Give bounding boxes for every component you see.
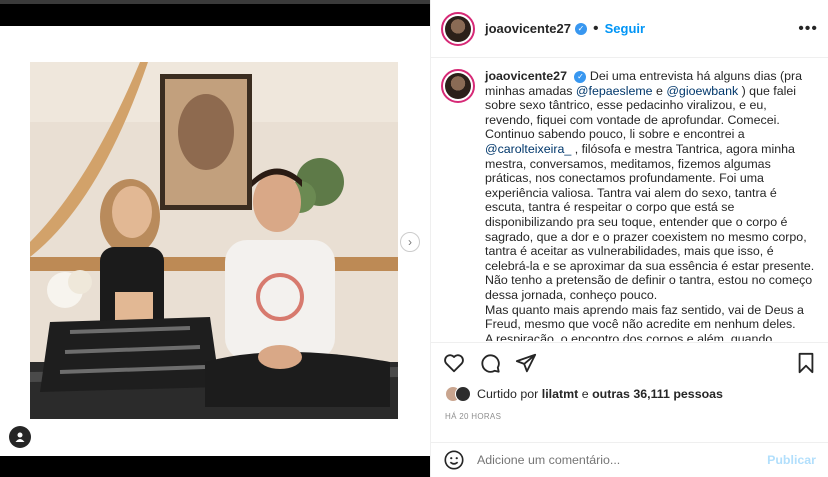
caption-paragraph: A respiração, o encontro dos corpos e al… xyxy=(485,331,773,341)
user-tag-icon xyxy=(15,432,25,442)
likes-count-link[interactable]: outras 36,111 pessoas xyxy=(592,387,723,401)
heart-icon[interactable] xyxy=(443,352,465,374)
author-username[interactable]: joaovicente27 xyxy=(485,21,571,36)
emoji-icon[interactable] xyxy=(443,449,465,471)
post-header: joaovicente27 ✓ • Seguir ••• xyxy=(431,0,828,58)
chevron-right-icon: › xyxy=(408,235,412,249)
post-timestamp[interactable]: HÁ 20 HORAS xyxy=(445,412,501,421)
mention-link[interactable]: @gioewbank xyxy=(666,84,738,98)
top-strip xyxy=(0,0,430,26)
post-sidebar: joaovicente27 ✓ • Seguir ••• joaovicente… xyxy=(430,0,828,477)
author-avatar[interactable] xyxy=(441,11,475,46)
publish-button[interactable]: Publicar xyxy=(767,453,816,467)
caption-part: e xyxy=(652,83,667,98)
action-bar xyxy=(431,342,828,382)
user-tag-button[interactable] xyxy=(9,426,31,448)
next-photo-button[interactable]: › xyxy=(400,232,420,252)
likes-prefix: Curtido por xyxy=(477,387,539,401)
caption-part: , filósofa e mestra Tantrica, agora minh… xyxy=(485,141,815,273)
mention-link[interactable]: @fepaesleme xyxy=(576,84,653,98)
caption-username[interactable]: joaovicente27 xyxy=(485,69,567,83)
verified-icon: ✓ xyxy=(574,70,587,83)
comment-bar: Publicar xyxy=(431,442,828,477)
likes-summary: Curtido por lilatmt e outras 36,111 pess… xyxy=(445,386,723,402)
caption-paragraph: Mas quanto mais aprendo mais faz sentido… xyxy=(485,302,804,332)
follow-button[interactable]: Seguir xyxy=(605,21,645,36)
photo-bottom-margin xyxy=(0,456,430,477)
comment-icon[interactable] xyxy=(479,352,501,374)
caption-block: joaovicente27 ✓ Dei uma entrevista há al… xyxy=(431,59,828,341)
likes-middle: e xyxy=(581,387,589,401)
mention-link[interactable]: @carolteixeira_ xyxy=(485,142,571,156)
bookmark-icon[interactable] xyxy=(796,352,816,374)
verified-icon: ✓ xyxy=(575,22,587,35)
caption-text: joaovicente27 ✓ Dei uma entrevista há al… xyxy=(485,69,816,341)
post-photo-image xyxy=(30,62,398,419)
more-options-button[interactable]: ••• xyxy=(798,20,818,38)
liker-avatar xyxy=(455,386,471,402)
share-icon[interactable] xyxy=(515,352,537,374)
caption-avatar[interactable] xyxy=(441,69,475,103)
post-photo[interactable] xyxy=(30,62,398,419)
liker-username[interactable]: lilatmt xyxy=(542,387,579,401)
previous-post-edge xyxy=(0,0,430,4)
caption-paragraph: Não tenho a pretensão de definir o tantr… xyxy=(485,273,813,302)
photo-pane: › xyxy=(0,26,430,477)
separator-dot: • xyxy=(593,19,599,37)
comment-input[interactable] xyxy=(477,453,768,467)
